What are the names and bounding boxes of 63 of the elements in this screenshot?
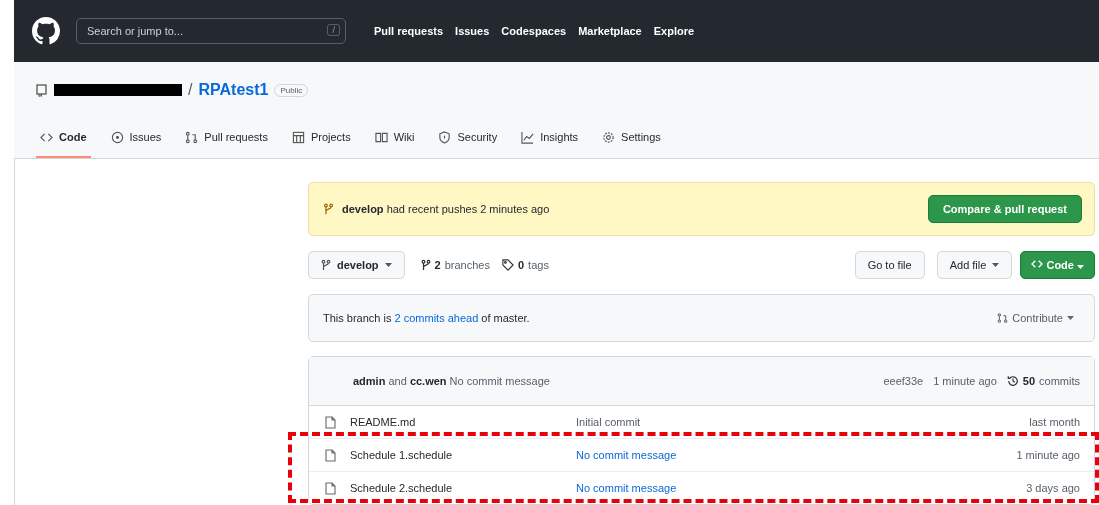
code-icon bbox=[1031, 259, 1044, 269]
caret-icon bbox=[1077, 265, 1084, 269]
caret-icon bbox=[992, 263, 1000, 267]
commit-summary: admin and cc.wen No commit message bbox=[353, 375, 550, 387]
branch-icon bbox=[321, 259, 331, 271]
commits-link[interactable]: 50 commits bbox=[1006, 375, 1080, 387]
nav-link[interactable]: Explore bbox=[653, 25, 695, 37]
path-separator: / bbox=[188, 81, 193, 99]
add-file-button[interactable]: Add file bbox=[936, 251, 1013, 279]
contribute-button[interactable]: Contribute bbox=[991, 311, 1080, 325]
code-button[interactable]: Code bbox=[1020, 251, 1095, 279]
repo-tab[interactable]: Issues bbox=[106, 118, 166, 158]
branch-icon bbox=[420, 259, 431, 271]
pull-request-icon bbox=[185, 130, 199, 144]
branch-status-text: This branch is 2 commits ahead of master. bbox=[323, 312, 530, 324]
file-name-link[interactable]: README.md bbox=[350, 416, 576, 428]
go-to-file-button[interactable]: Go to file bbox=[854, 251, 925, 279]
file-time: 1 minute ago bbox=[1016, 449, 1080, 461]
repo-tab[interactable]: Pull requests bbox=[181, 118, 272, 158]
repo-name-link[interactable]: RPAtest1 bbox=[198, 81, 269, 99]
tags-link[interactable]: 0 tags bbox=[501, 259, 549, 271]
circle-dot-icon bbox=[110, 130, 124, 144]
commits-ahead-link[interactable]: 2 commits ahead bbox=[394, 312, 479, 324]
commit-message-link[interactable]: No commit message bbox=[576, 449, 677, 461]
caret-icon bbox=[384, 263, 392, 267]
branch-icon bbox=[323, 203, 334, 215]
tag-icon bbox=[501, 259, 514, 271]
github-logo-icon[interactable] bbox=[32, 17, 60, 45]
commit-hash-link[interactable]: eeef33e bbox=[883, 375, 924, 387]
commit-message-link[interactable]: No commit message bbox=[576, 482, 677, 494]
repo-tab[interactable]: Settings bbox=[598, 118, 665, 158]
commit-time: 1 minute ago bbox=[933, 375, 997, 387]
table-icon bbox=[291, 130, 305, 144]
graph-icon bbox=[521, 130, 535, 144]
commit-message: Initial commit bbox=[576, 416, 641, 428]
shortcut-key: / bbox=[327, 24, 340, 36]
repo-tab[interactable]: Projects bbox=[287, 118, 355, 158]
branches-link[interactable]: 2 branches bbox=[420, 259, 490, 271]
file-icon bbox=[325, 481, 336, 495]
file-time: 3 days ago bbox=[1026, 482, 1080, 494]
file-icon bbox=[325, 415, 336, 429]
nav-link[interactable]: Marketplace bbox=[578, 25, 642, 37]
push-notice-text: develop had recent pushes 2 minutes ago bbox=[342, 203, 550, 215]
settings-icon bbox=[602, 130, 616, 144]
book-icon bbox=[374, 130, 388, 144]
repo-tab[interactable]: Security bbox=[434, 118, 502, 158]
nav-link[interactable]: Issues bbox=[455, 25, 490, 37]
history-icon bbox=[1006, 375, 1019, 387]
repo-icon bbox=[36, 83, 48, 97]
file-icon bbox=[325, 448, 336, 462]
compare-pull-request-button[interactable]: Compare & pull request bbox=[927, 195, 1082, 223]
repo-tab[interactable]: Code bbox=[36, 118, 91, 158]
caret-icon bbox=[1067, 316, 1074, 320]
branch-select-button[interactable]: develop bbox=[308, 251, 405, 279]
repo-tab[interactable]: Insights bbox=[517, 118, 583, 158]
file-time: last month bbox=[1029, 416, 1080, 428]
nav-link[interactable]: Pull requests bbox=[374, 25, 444, 37]
shield-icon bbox=[438, 130, 452, 144]
file-name-link[interactable]: Schedule 1.schedule bbox=[350, 449, 576, 461]
nav-link[interactable]: Codespaces bbox=[501, 25, 567, 37]
repo-tab[interactable]: Wiki bbox=[370, 118, 419, 158]
file-name-link[interactable]: Schedule 2.schedule bbox=[350, 482, 576, 494]
pull-request-icon bbox=[997, 312, 1009, 324]
